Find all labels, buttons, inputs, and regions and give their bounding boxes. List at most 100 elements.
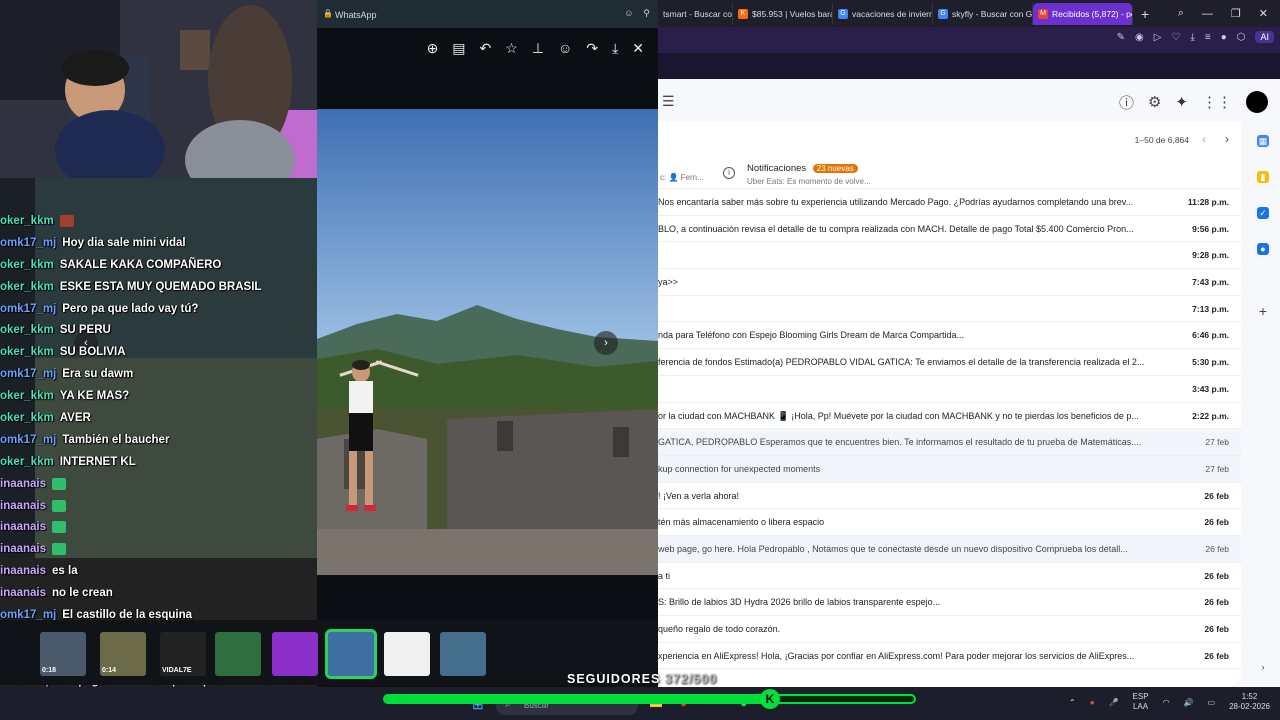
- chat-username[interactable]: oker_kkm: [0, 390, 54, 402]
- chat-username[interactable]: oker_kkm: [0, 324, 54, 336]
- chat-username[interactable]: oker_kkm: [0, 412, 54, 424]
- edit-icon[interactable]: ✎: [1117, 32, 1125, 43]
- tray-app-icon[interactable]: ●: [1090, 698, 1095, 707]
- chat-username[interactable]: omk17_mj: [0, 434, 56, 446]
- close-window-icon[interactable]: ✕: [1259, 7, 1268, 20]
- system-tray: ⌃ ● 🎤 ESP LAA ◠ 🔊 ▭ 1:52 28-02-2026: [1069, 692, 1270, 712]
- pin-icon[interactable]: ⚲: [643, 8, 650, 19]
- close-viewer-icon[interactable]: ✕: [632, 40, 644, 57]
- chevron-left-icon[interactable]: ‹: [1202, 132, 1206, 146]
- chat-username[interactable]: inaanais: [0, 565, 46, 577]
- next-photo-button[interactable]: ›: [594, 331, 618, 355]
- email-row[interactable]: queño regalo de todo corazón. 26 feb: [658, 616, 1241, 643]
- expand-panel-icon[interactable]: ›: [1257, 661, 1269, 673]
- email-row[interactable]: ferencia de fondos Estimado(a) PEDROPABL…: [658, 349, 1241, 376]
- profile-icon[interactable]: ●: [1221, 32, 1227, 43]
- filter-icon[interactable]: ☰: [662, 93, 675, 110]
- apps-grid-icon[interactable]: ⋮⋮: [1202, 93, 1232, 111]
- media-thumbnail[interactable]: [440, 632, 486, 676]
- email-row[interactable]: or la ciudad con MACHBANK 📱 ¡Hola, Pp! M…: [658, 403, 1241, 430]
- email-row[interactable]: S: Brillo de labios 3D Hydra 2026 brillo…: [658, 589, 1241, 616]
- chat-username[interactable]: inaanais: [0, 500, 46, 512]
- reply-icon[interactable]: ↶: [480, 40, 492, 57]
- search-tabs-icon[interactable]: ⌕: [1178, 7, 1184, 20]
- chat-username[interactable]: inaanais: [0, 543, 46, 555]
- keep-icon[interactable]: ▮: [1257, 171, 1269, 183]
- chat-username[interactable]: omk17_mj: [0, 237, 56, 249]
- contacts-icon[interactable]: ●: [1257, 243, 1269, 255]
- media-thumbnail[interactable]: VIDAL7E: [160, 632, 206, 676]
- language-indicator[interactable]: ESP LAA: [1133, 692, 1149, 712]
- tray-overflow-icon[interactable]: ⌃: [1069, 698, 1076, 707]
- caption-icon[interactable]: ▤: [452, 40, 465, 57]
- browser-tab[interactable]: tsmart - Buscar con: [658, 2, 733, 25]
- star-icon[interactable]: ☆: [505, 40, 518, 57]
- follower-goal-fill: [385, 696, 779, 702]
- account-avatar[interactable]: [1246, 91, 1268, 113]
- help-icon[interactable]: ⓘ: [1119, 92, 1134, 113]
- microphone-icon[interactable]: 🎤: [1109, 698, 1119, 707]
- chat-username[interactable]: inaanais: [0, 587, 46, 599]
- react-emoji-icon[interactable]: ☺: [558, 40, 572, 56]
- email-row[interactable]: xperiencia en AliExpress! Hola, ¡Gracias…: [658, 643, 1241, 670]
- battery-icon[interactable]: ▭: [1208, 698, 1216, 707]
- maximize-icon[interactable]: ❐: [1231, 7, 1241, 20]
- chat-username[interactable]: oker_kkm: [0, 215, 54, 227]
- clock[interactable]: 1:52 28-02-2026: [1229, 692, 1270, 712]
- gemini-sparkle-icon[interactable]: ✦: [1175, 93, 1188, 111]
- emoji-icon[interactable]: ☺: [624, 8, 633, 19]
- chat-username[interactable]: oker_kkm: [0, 281, 54, 293]
- calendar-icon[interactable]: ▦: [1257, 135, 1269, 147]
- chat-username[interactable]: oker_kkm: [0, 346, 54, 358]
- minimize-icon[interactable]: —: [1202, 8, 1213, 20]
- settings-gear-icon[interactable]: ⚙: [1148, 93, 1161, 111]
- browser-tab[interactable]: M Recibidos (5,872) - pedro: [1033, 2, 1133, 25]
- email-row[interactable]: 3:43 p.m.: [658, 376, 1241, 403]
- email-row[interactable]: tén más almacenamiento o libera espacio 2…: [658, 509, 1241, 536]
- download-icon[interactable]: ⤓: [1190, 32, 1194, 43]
- email-row[interactable]: a ti 26 feb: [658, 563, 1241, 590]
- email-row[interactable]: ! ¡Ven a verla ahora! 26 feb: [658, 483, 1241, 510]
- email-row[interactable]: 7:13 p.m.: [658, 296, 1241, 323]
- media-thumbnail[interactable]: [272, 632, 318, 676]
- play-icon[interactable]: ▷: [1154, 32, 1162, 43]
- media-thumbnail[interactable]: 0:14: [100, 632, 146, 676]
- menu-icon[interactable]: ≡: [1205, 32, 1211, 43]
- browser-tab[interactable]: K $85.953 | Vuelos bara: [733, 2, 833, 25]
- email-row[interactable]: web page, go here. Hola Pedropablo , Not…: [658, 535, 1241, 563]
- chat-username[interactable]: omk17_mj: [0, 368, 56, 380]
- chat-username[interactable]: oker_kkm: [0, 456, 54, 468]
- email-row[interactable]: kup connection for unexpected moments 27 …: [658, 455, 1241, 483]
- volume-icon[interactable]: 🔊: [1184, 698, 1194, 707]
- zoom-in-icon[interactable]: ⊕: [427, 40, 439, 57]
- media-thumbnail[interactable]: 0:18: [40, 632, 86, 676]
- email-row[interactable]: 9:28 p.m.: [658, 242, 1241, 270]
- email-row[interactable]: Nos encantaría saber más sobre tu experi…: [658, 189, 1241, 216]
- new-tab-button[interactable]: +: [1133, 6, 1157, 22]
- camera-icon[interactable]: ◉: [1135, 32, 1144, 43]
- chat-username[interactable]: inaanais: [0, 521, 46, 533]
- add-addon-icon[interactable]: +: [1257, 304, 1269, 318]
- wifi-icon[interactable]: ◠: [1163, 698, 1170, 707]
- chat-username[interactable]: omk17_mj: [0, 303, 56, 315]
- ai-button[interactable]: AI: [1255, 31, 1274, 43]
- chevron-right-icon[interactable]: ›: [1225, 132, 1229, 146]
- forward-icon[interactable]: ↷: [586, 40, 598, 57]
- email-row[interactable]: nda para Teléfono con Espejo Blooming Gi…: [658, 322, 1241, 350]
- browser-tab[interactable]: Gvacaciones de inviern: [833, 2, 933, 25]
- email-row[interactable]: ya>> 7:43 p.m.: [658, 269, 1241, 296]
- pin-message-icon[interactable]: ⊥: [532, 40, 544, 57]
- media-thumbnail[interactable]: [215, 632, 261, 676]
- chat-username[interactable]: inaanais: [0, 478, 46, 490]
- heart-icon[interactable]: ♡: [1171, 32, 1180, 43]
- chat-username[interactable]: oker_kkm: [0, 259, 54, 271]
- media-thumbnail[interactable]: [325, 629, 377, 679]
- notifications-category-row[interactable]: c: 👤 Fern... i Notificaciones 23 nuevas …: [658, 155, 1241, 189]
- download-icon[interactable]: ⤓: [612, 40, 618, 57]
- email-row[interactable]: BLO, a continuación revisa el detalle de…: [658, 216, 1241, 243]
- extension-icon[interactable]: ⬡: [1237, 32, 1246, 43]
- media-thumbnail[interactable]: [384, 632, 430, 676]
- tasks-icon[interactable]: ✓: [1257, 207, 1269, 219]
- browser-tab[interactable]: Gskyfly - Buscar con Go: [933, 2, 1033, 25]
- email-row[interactable]: GATICA, PEDROPABLO Esperamos que te encu…: [658, 429, 1241, 456]
